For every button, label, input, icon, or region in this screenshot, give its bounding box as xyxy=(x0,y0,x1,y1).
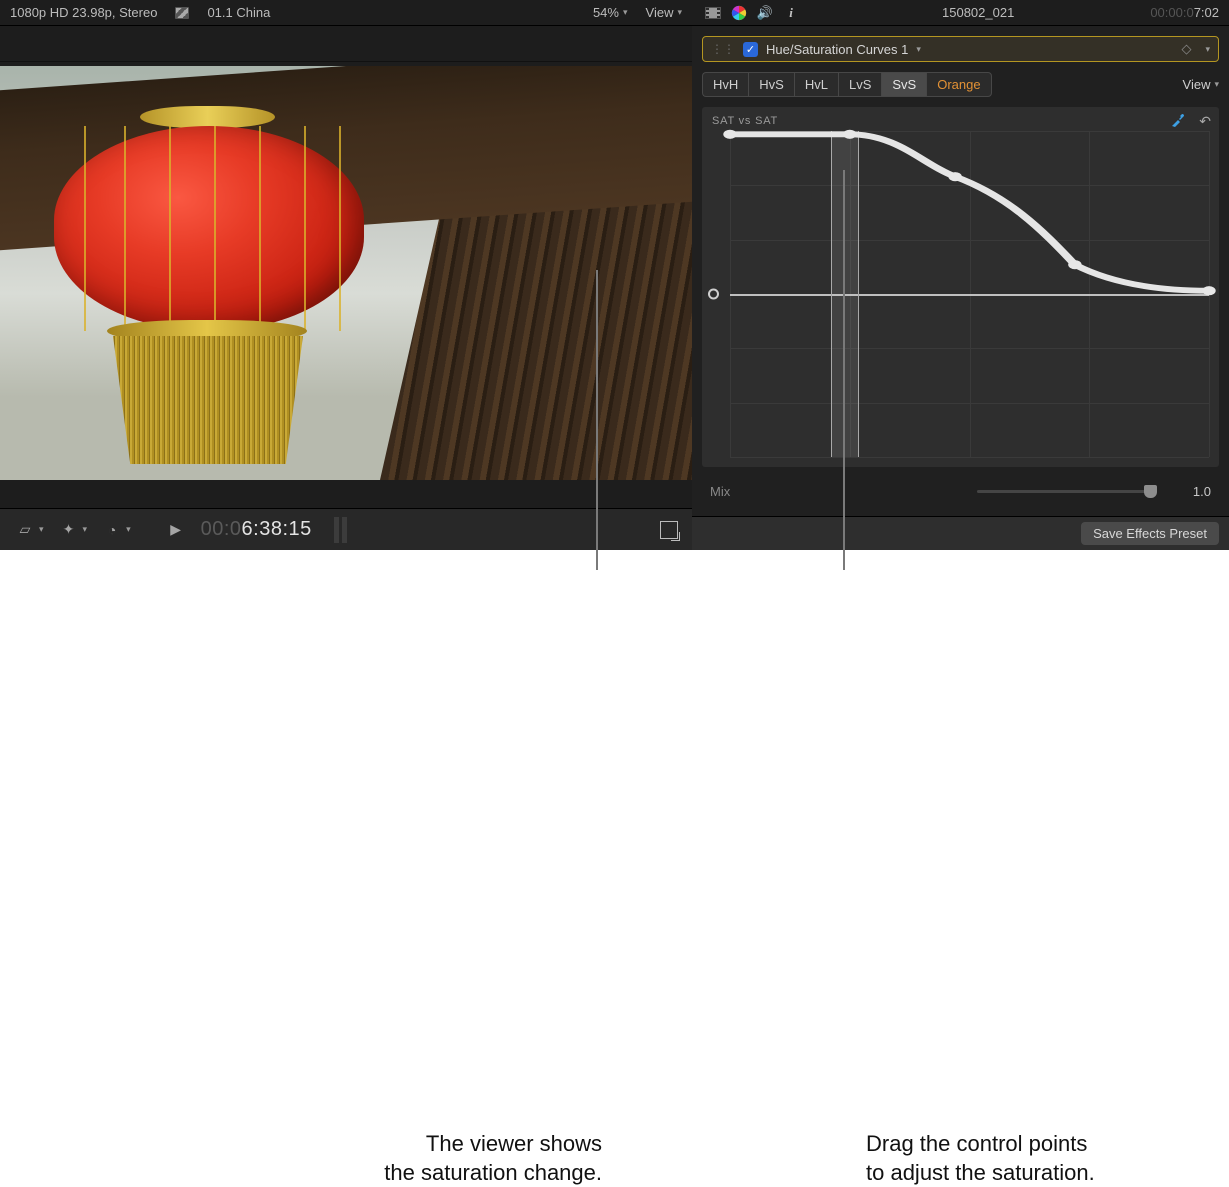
effect-header[interactable]: ⋮⋮ ✓ Hue/Saturation Curves 1 ▾ ◇ ▾ xyxy=(702,36,1219,62)
wand-icon: ✦ xyxy=(58,519,80,541)
audio-meter-icon xyxy=(334,517,347,543)
speedometer-icon: ◔ xyxy=(101,519,123,541)
fullscreen-button[interactable] xyxy=(660,521,678,539)
chevron-down-icon: ▾ xyxy=(677,7,682,18)
drag-handle-icon[interactable]: ⋮⋮ xyxy=(711,42,735,56)
view-menu-label: View xyxy=(646,5,674,20)
clip-name-label: 01.1 China xyxy=(207,5,270,20)
curve-view-menu[interactable]: View ▾ xyxy=(1183,77,1219,92)
inspector-clip-title: 150802_021 xyxy=(806,5,1150,20)
retime-tool[interactable]: ◔▾ xyxy=(101,519,131,541)
chevron-down-icon: ▾ xyxy=(623,7,628,18)
control-point[interactable] xyxy=(723,130,736,139)
curve-grid xyxy=(730,131,1209,457)
mix-slider[interactable] xyxy=(977,490,1157,493)
eyedropper-button[interactable] xyxy=(1171,113,1185,130)
crop-icon: ▱ xyxy=(14,519,36,541)
play-button[interactable]: ▶ xyxy=(165,519,187,541)
mix-row: Mix 1.0 xyxy=(692,476,1229,506)
callout-viewer: The viewer shows the saturation change. xyxy=(342,1130,602,1187)
tab-hvs[interactable]: HvS xyxy=(748,72,794,97)
control-point[interactable] xyxy=(1068,260,1081,269)
tab-svs[interactable]: SvS xyxy=(881,72,926,97)
keyframe-icon[interactable]: ◇ xyxy=(1181,41,1191,57)
color-inspector-tab[interactable] xyxy=(728,5,750,21)
viewer-topbar: 1080p HD 23.98p, Stereo 01.1 China 54% ▾… xyxy=(0,0,692,26)
mix-label: Mix xyxy=(710,484,730,499)
curve-path[interactable] xyxy=(730,131,1209,457)
tab-hvh[interactable]: HvH xyxy=(702,72,748,97)
save-effects-preset-button[interactable]: Save Effects Preset xyxy=(1081,522,1219,545)
info-inspector-tab[interactable]: i xyxy=(780,5,802,21)
transform-tool[interactable]: ▱▾ xyxy=(14,519,44,541)
viewer-toolbar: ▱▾ ✦▾ ◔▾ ▶ 00:06:38:15 xyxy=(0,508,692,550)
inspector-timecode: 00:00:07:02 xyxy=(1150,5,1219,21)
clapper-icon xyxy=(175,7,189,19)
lantern-icon xyxy=(140,106,275,128)
viewer-view-menu[interactable]: View ▾ xyxy=(646,5,682,20)
effect-name-label: Hue/Saturation Curves 1 xyxy=(766,42,908,57)
control-point[interactable] xyxy=(1202,286,1215,295)
viewer-panel: 1080p HD 23.98p, Stereo 01.1 China 54% ▾… xyxy=(0,0,692,550)
callout-line xyxy=(596,270,598,570)
chevron-down-icon: ▾ xyxy=(126,524,131,535)
timecode-dim: 00:0 xyxy=(201,518,242,540)
info-icon: i xyxy=(789,5,793,21)
chevron-down-icon: ▾ xyxy=(1214,79,1219,90)
save-preset-row: Save Effects Preset xyxy=(692,516,1229,550)
zoom-menu[interactable]: 54% ▾ xyxy=(593,5,628,20)
chevron-down-icon: ▾ xyxy=(916,44,921,55)
curve-tabs: HvH HvS HvL LvS SvS Orange View ▾ xyxy=(702,72,1219,97)
timecode-bright: 6:38:15 xyxy=(242,518,312,540)
curve-editor[interactable]: SAT vs SAT ↶ xyxy=(702,107,1219,467)
axis-origin-handle[interactable] xyxy=(708,289,719,300)
chevron-down-icon: ▾ xyxy=(39,524,44,535)
mix-value: 1.0 xyxy=(1171,484,1211,499)
slider-thumb-icon[interactable] xyxy=(1144,485,1157,498)
color-wheel-icon xyxy=(731,5,747,21)
inspector-panel: 🔊 i 150802_021 00:00:07:02 ⋮⋮ ✓ Hue/Satu… xyxy=(692,0,1229,550)
speaker-icon: 🔊 xyxy=(757,5,773,21)
tab-lvs[interactable]: LvS xyxy=(838,72,881,97)
clip-format-label: 1080p HD 23.98p, Stereo xyxy=(10,5,157,20)
chevron-down-icon[interactable]: ▾ xyxy=(1205,44,1210,55)
viewer-image[interactable] xyxy=(0,66,692,480)
inspector-topbar: 🔊 i 150802_021 00:00:07:02 xyxy=(692,0,1229,26)
zoom-value: 54% xyxy=(593,5,619,20)
tab-orange[interactable]: Orange xyxy=(926,72,991,97)
audio-inspector-tab[interactable]: 🔊 xyxy=(754,5,776,21)
callout-curve: Drag the control points to adjust the sa… xyxy=(866,1130,1166,1187)
tab-hvl[interactable]: HvL xyxy=(794,72,838,97)
filmstrip-icon xyxy=(705,7,721,19)
reset-curve-button[interactable]: ↶ xyxy=(1199,113,1211,130)
viewer-timecode[interactable]: 00:06:38:15 xyxy=(201,518,312,542)
control-point[interactable] xyxy=(843,130,856,139)
video-inspector-tab[interactable] xyxy=(702,5,724,21)
curve-type-label: SAT vs SAT xyxy=(712,115,778,127)
effect-enable-checkbox[interactable]: ✓ xyxy=(743,42,758,57)
control-point[interactable] xyxy=(948,172,961,181)
enhance-tool[interactable]: ✦▾ xyxy=(58,519,88,541)
callout-line xyxy=(843,170,845,570)
eyedropper-icon xyxy=(1171,113,1185,127)
chevron-down-icon: ▾ xyxy=(83,524,88,535)
